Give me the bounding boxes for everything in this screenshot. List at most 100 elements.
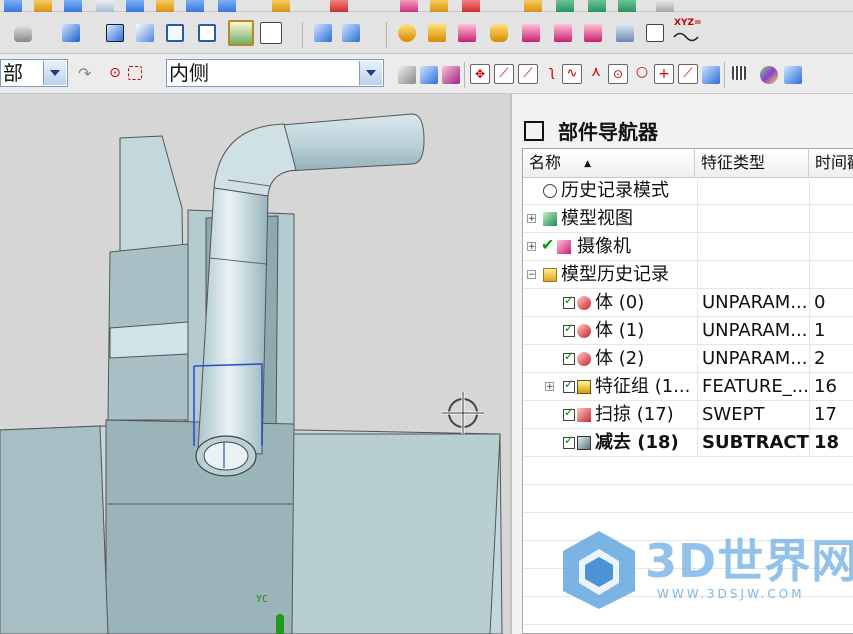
model-view [0, 113, 503, 634]
watermark-logo-icon [563, 531, 635, 609]
row-type: FEATURE_... [697, 373, 812, 401]
visibility-checkbox[interactable] [563, 293, 575, 309]
expand-icon[interactable]: + [527, 242, 536, 252]
row-time [809, 261, 853, 289]
filter-icon-1[interactable] [398, 66, 416, 84]
row-time [809, 205, 853, 233]
snap-end-icon[interactable]: ⟋ [494, 64, 514, 84]
visibility-checkbox[interactable] [563, 433, 575, 449]
tree-row-model-history[interactable]: − 模型历史记录 [523, 261, 853, 289]
tree-row-swept[interactable]: 扫掠 (17) SWEPT 17 [523, 401, 853, 429]
toolbar-separator [464, 62, 465, 88]
chevron-down-icon[interactable] [359, 61, 382, 85]
watermark: 3D世界网 WWW.3DSJW.COM [557, 523, 853, 623]
snap-icon-1[interactable] [398, 24, 416, 42]
align-icon[interactable] [646, 24, 664, 42]
row-type [697, 205, 812, 233]
row-type: UNPARAM... [697, 345, 812, 373]
link-icon[interactable] [616, 24, 634, 42]
snap-icon-7[interactable] [584, 24, 602, 42]
snap-intersect-icon[interactable]: ∿ [562, 64, 582, 84]
row-time: 16 [809, 373, 853, 401]
row-type: UNPARAM... [697, 317, 812, 345]
snap-icon-5[interactable] [522, 24, 540, 42]
tree-row-cameras[interactable]: + ✔ 摄像机 [523, 233, 853, 261]
collapse-icon[interactable]: − [527, 270, 536, 280]
xyz-icon[interactable]: XYZ= [672, 18, 706, 44]
tree-row-model-views[interactable]: + 模型视图 [523, 205, 853, 233]
snap-center-icon[interactable]: ⊙ [608, 64, 628, 84]
tree-row-subtract[interactable]: 减去 (18) SUBTRACT 18 [523, 429, 853, 457]
cylinder-icon[interactable] [490, 24, 508, 42]
body-icon [577, 352, 591, 366]
clock-icon [543, 184, 557, 198]
studio-icon[interactable] [228, 20, 254, 46]
tree-row-feature-group[interactable]: + 特征组 (1... FEATURE_... 16 [523, 373, 853, 401]
tree-row-body-1[interactable]: 体 (1) UNPARAM... 1 [523, 317, 853, 345]
chevron-down-icon[interactable] [43, 61, 66, 85]
snap-arc-icon[interactable]: ⋏ [586, 64, 606, 84]
grid-icon[interactable] [732, 66, 746, 80]
position-combo[interactable]: 内侧 [166, 59, 384, 87]
rect-select-icon[interactable] [128, 66, 142, 80]
edit-object-icon[interactable] [14, 24, 32, 42]
visibility-checkbox[interactable] [563, 377, 575, 393]
feature-tree: 名称 ▲ 特征类型 时间戳 历史记录模式 + 模型视图 + ✔ 摄像机 [522, 148, 853, 634]
snap-quadrant-icon[interactable]: ○ [632, 64, 652, 84]
toolbar-separator [724, 62, 725, 88]
view-set-icon[interactable] [342, 24, 360, 42]
model-view-icon [543, 212, 557, 226]
row-name: 模型视图 [561, 208, 633, 229]
watermark-brand: 3D世界网 [645, 534, 853, 588]
visibility-checkbox[interactable] [563, 349, 575, 365]
row-name: 扫掠 (17) [595, 404, 674, 425]
column-type[interactable]: 特征类型 [695, 149, 809, 177]
visibility-checkbox[interactable] [563, 321, 575, 337]
expand-icon[interactable]: + [545, 382, 554, 392]
paint-icon[interactable] [784, 66, 802, 84]
window-icon [524, 121, 544, 141]
snap-control-icon[interactable]: ʅ [542, 64, 562, 84]
feature-group-icon [577, 380, 591, 394]
selection-arrow-icon[interactable]: ↷ [78, 64, 96, 83]
snap-icon-2[interactable] [428, 24, 446, 42]
tree-row-body-2[interactable]: 体 (2) UNPARAM... 2 [523, 345, 853, 373]
axis-label-yc: YC [256, 594, 269, 605]
view-orient-icon[interactable] [314, 24, 332, 42]
navigator-title: 部件导航器 [524, 116, 658, 145]
snap-mid-icon[interactable]: ⟋ [518, 64, 538, 84]
visibility-checkbox[interactable] [563, 405, 575, 421]
row-name: 体 (2) [595, 348, 645, 369]
filter-icon-2[interactable] [420, 66, 438, 84]
snap-icon-3[interactable] [458, 24, 476, 42]
sweep-icon [577, 408, 591, 422]
filter-icon-3[interactable] [442, 66, 460, 84]
column-name[interactable]: 名称 ▲ [523, 149, 695, 177]
graphics-viewport[interactable]: YC [0, 94, 510, 634]
crosshair-cursor-icon [442, 392, 484, 434]
cube-shaded-icon[interactable] [62, 24, 80, 42]
color-icon[interactable] [760, 66, 778, 84]
cube-partial-icon[interactable] [136, 24, 154, 42]
row-name: 减去 (18) [595, 432, 679, 453]
position-combo-value: 内侧 [169, 61, 209, 85]
cube-wireframe-icon[interactable] [166, 24, 184, 42]
snap-icon-6[interactable] [554, 24, 572, 42]
cube-hidden-icon[interactable] [198, 24, 216, 42]
snap-existing-icon[interactable]: + [654, 64, 674, 84]
row-time [809, 233, 853, 261]
tree-row-history-mode[interactable]: 历史记录模式 [523, 177, 853, 205]
row-name: 体 (1) [595, 320, 645, 341]
column-timestamp[interactable]: 时间戳 [809, 149, 853, 177]
snap-curve-icon[interactable]: ⟋ [678, 64, 698, 84]
background-color-icon[interactable] [260, 22, 282, 44]
row-name: 历史记录模式 [561, 180, 669, 201]
snap-point-icon[interactable]: ✥ [470, 64, 490, 84]
snap-face-icon[interactable] [702, 66, 720, 84]
cube-shaded-edges-icon[interactable] [106, 24, 124, 42]
toolbar-row-1 [0, 0, 853, 14]
expand-icon[interactable]: + [527, 214, 536, 224]
point-snap-icon[interactable]: ⊙ [106, 65, 124, 83]
layer-combo[interactable]: 部 [0, 59, 68, 87]
tree-row-body-0[interactable]: 体 (0) UNPARAM... 0 [523, 289, 853, 317]
